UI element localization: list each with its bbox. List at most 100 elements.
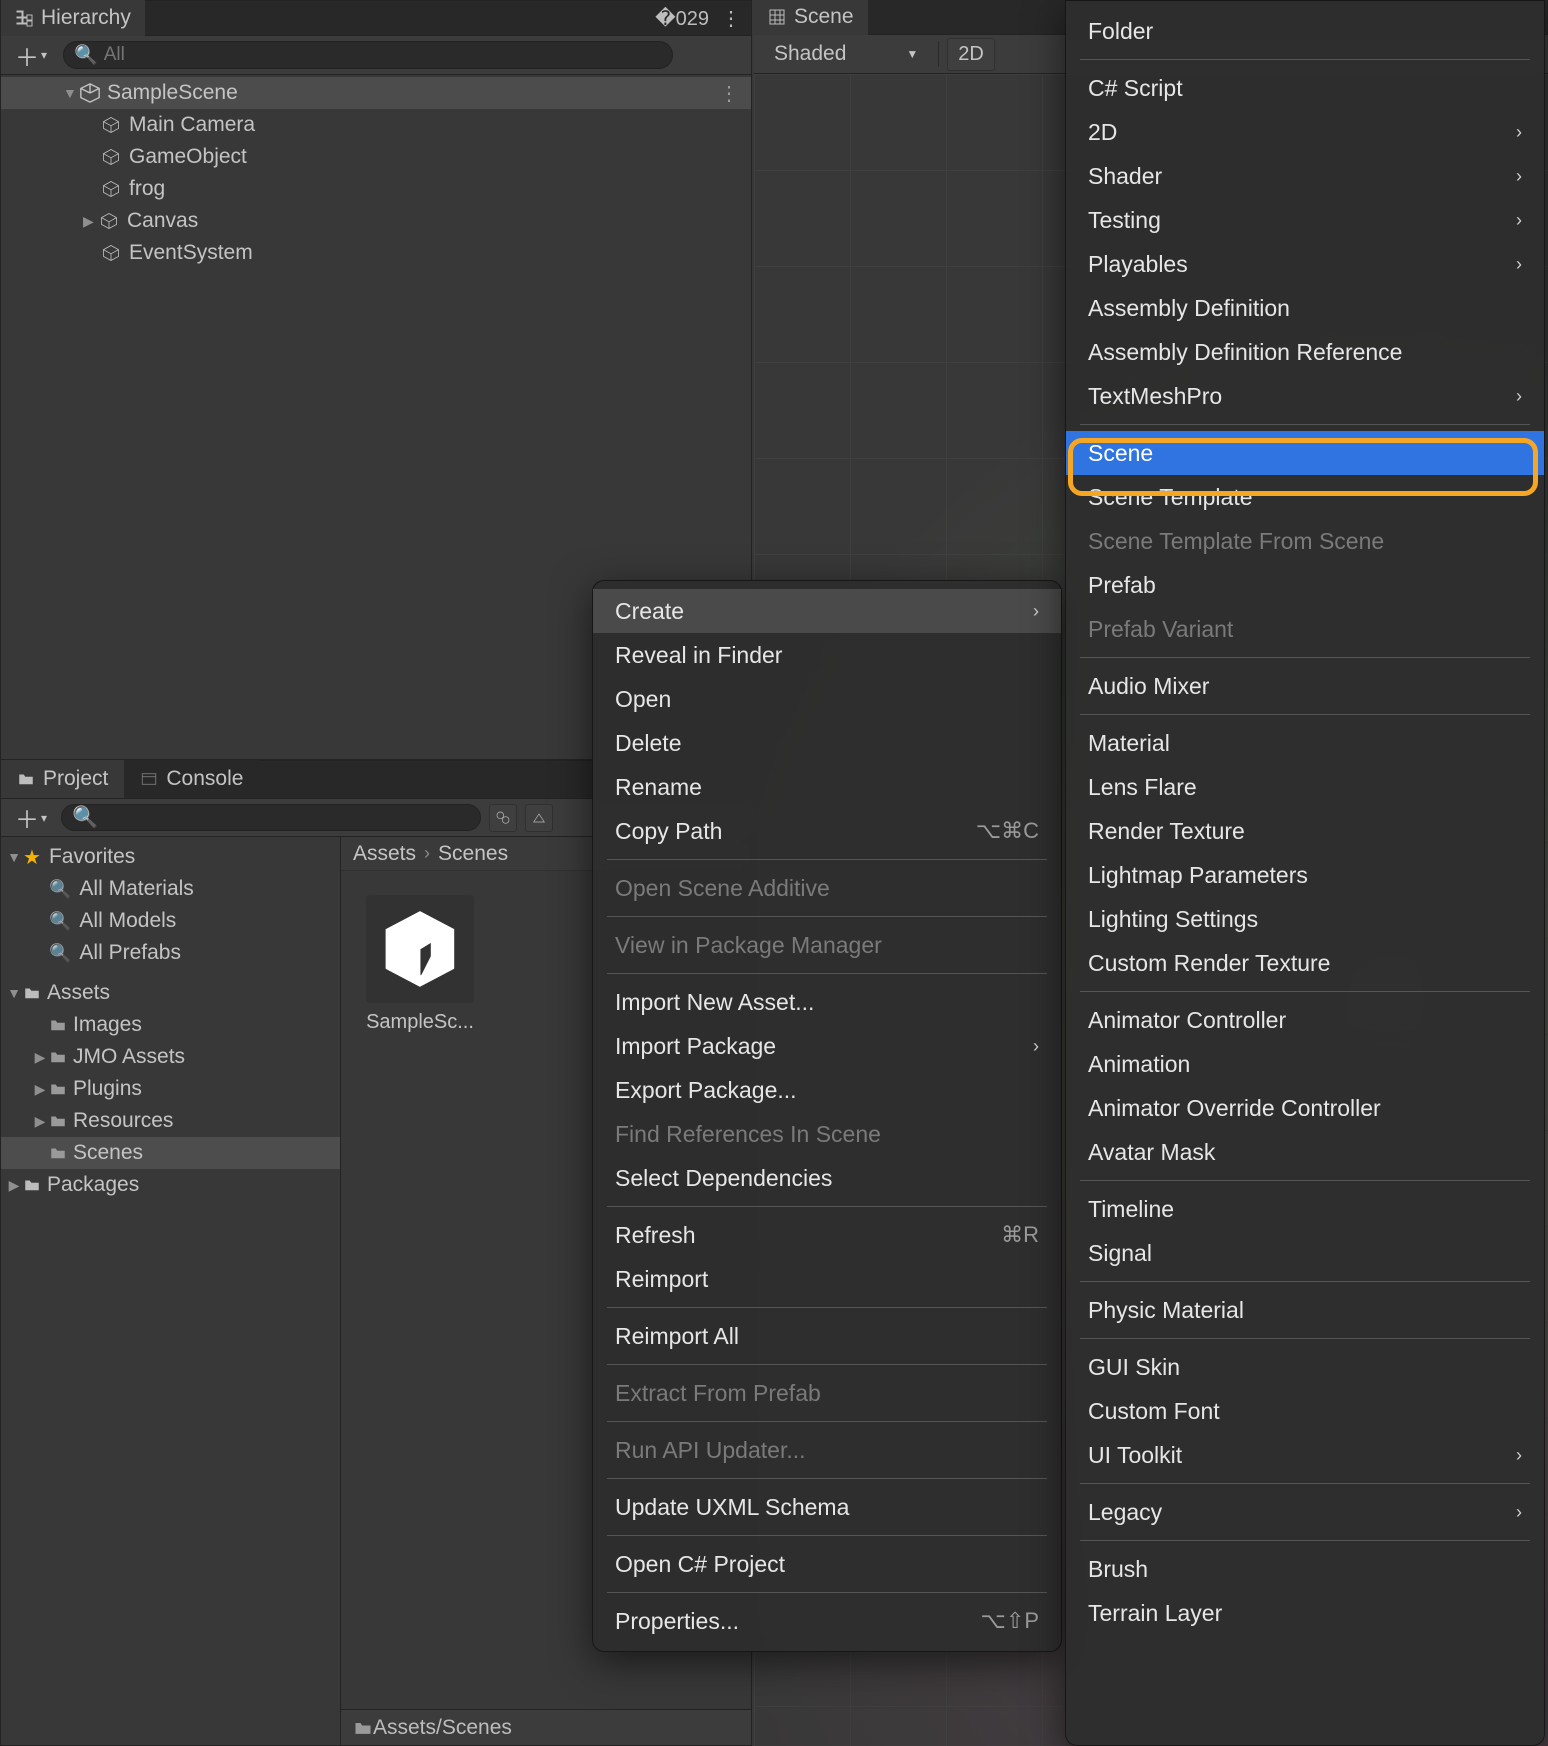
tab-project[interactable]: Project [1,760,124,798]
kebab-icon[interactable]: ⋮ [721,6,741,31]
tab-console[interactable]: Console [124,760,259,798]
ctx1-item-reimport[interactable]: Reimport [593,1257,1061,1301]
ctx2-item-shader[interactable]: Shader› [1066,154,1544,198]
ctx2-item-legacy[interactable]: Legacy› [1066,1490,1544,1534]
ctx1-item-refresh[interactable]: Refresh⌘R [593,1213,1061,1257]
hierarchy-item-label: Canvas [127,209,198,233]
ctx2-item-physic-material[interactable]: Physic Material [1066,1288,1544,1332]
ctx1-item-open-c-project[interactable]: Open C# Project [593,1542,1061,1586]
expand-arrow-icon[interactable]: ▶ [83,213,99,230]
ctx2-item-animator-controller[interactable]: Animator Controller [1066,998,1544,1042]
expand-arrow-icon[interactable]: ▶ [5,1177,23,1194]
ctx1-item-rename[interactable]: Rename [593,765,1061,809]
ctx2-item-material[interactable]: Material [1066,721,1544,765]
ctx2-item-lens-flare[interactable]: Lens Flare [1066,765,1544,809]
packages-header[interactable]: ▶ Packages [1,1169,340,1201]
asset-item[interactable]: SampleSc... [355,895,485,1034]
expand-arrow-icon[interactable]: ▶ [31,1049,49,1066]
ctx2-item-scene-template[interactable]: Scene Template [1066,475,1544,519]
ctx1-item-import-new-asset-[interactable]: Import New Asset... [593,980,1061,1024]
scene-tab[interactable]: Scene [754,0,868,35]
hierarchy-search-input[interactable] [104,44,662,66]
ctx2-item-scene[interactable]: Scene [1066,431,1544,475]
menu-item-label: Brush [1088,1556,1148,1583]
hierarchy-tab[interactable]: Hierarchy [1,0,145,36]
ctx1-item-open[interactable]: Open [593,677,1061,721]
assets-label: Assets [47,981,110,1005]
assets-header[interactable]: ▼ Assets [1,977,340,1009]
ctx2-item-assembly-definition[interactable]: Assembly Definition [1066,286,1544,330]
ctx2-item-custom-font[interactable]: Custom Font [1066,1389,1544,1433]
expand-arrow-icon[interactable]: ▶ [31,1113,49,1130]
favorite-item[interactable]: 🔍All Models [1,905,340,937]
ctx2-item-animator-override-controller[interactable]: Animator Override Controller [1066,1086,1544,1130]
scene-row[interactable]: ▼ SampleScene ⋮ [1,77,751,109]
ctx2-item-2d[interactable]: 2D› [1066,110,1544,154]
expand-arrow-icon[interactable]: ▼ [5,849,23,865]
ctx2-item-animation[interactable]: Animation [1066,1042,1544,1086]
ctx2-item-audio-mixer[interactable]: Audio Mixer [1066,664,1544,708]
menu-item-label: Extract From Prefab [615,1380,821,1407]
scene-kebab-icon[interactable]: ⋮ [719,81,751,106]
ctx2-item-custom-render-texture[interactable]: Custom Render Texture [1066,941,1544,985]
folder-item[interactable]: ▶Resources [1,1105,340,1137]
ctx1-item-export-package-[interactable]: Export Package... [593,1068,1061,1112]
hierarchy-item[interactable]: frog [1,173,751,205]
filter-by-label-icon[interactable] [525,804,553,832]
ctx1-item-copy-path[interactable]: Copy Path⌥⌘C [593,809,1061,853]
expand-arrow-icon[interactable]: ▶ [31,1081,49,1098]
toggle-2d-button[interactable]: 2D [947,38,995,71]
folder-item[interactable]: ▶JMO Assets [1,1041,340,1073]
hierarchy-search[interactable]: 🔍 [63,41,673,69]
ctx1-item-import-package[interactable]: Import Package› [593,1024,1061,1068]
ctx2-item-lighting-settings[interactable]: Lighting Settings [1066,897,1544,941]
ctx1-item-reveal-in-finder[interactable]: Reveal in Finder [593,633,1061,677]
hierarchy-item[interactable]: EventSystem [1,237,751,269]
folder-item[interactable]: ▶Plugins [1,1073,340,1105]
ctx2-item-testing[interactable]: Testing› [1066,198,1544,242]
expand-arrow-icon[interactable]: ▼ [63,85,79,101]
ctx2-item-gui-skin[interactable]: GUI Skin [1066,1345,1544,1389]
ctx1-item-properties-[interactable]: Properties...⌥⇧P [593,1599,1061,1643]
add-button[interactable]: ＋▾ [9,800,53,835]
ctx2-item-avatar-mask[interactable]: Avatar Mask [1066,1130,1544,1174]
ctx2-item-folder[interactable]: Folder [1066,9,1544,53]
add-button[interactable]: ＋▾ [9,38,53,73]
ctx2-item-terrain-layer[interactable]: Terrain Layer [1066,1591,1544,1635]
ctx2-item-prefab[interactable]: Prefab [1066,563,1544,607]
hierarchy-item[interactable]: Main Camera [1,109,751,141]
ctx2-item-ui-toolkit[interactable]: UI Toolkit› [1066,1433,1544,1477]
ctx2-item-playables[interactable]: Playables› [1066,242,1544,286]
ctx1-item-update-uxml-schema[interactable]: Update UXML Schema [593,1485,1061,1529]
shading-dropdown[interactable]: Shaded ▼ [762,38,930,70]
folder-item[interactable]: Images [1,1009,340,1041]
ctx1-item-create[interactable]: Create› [593,589,1061,633]
lock-icon[interactable]: �029 [655,6,709,31]
expand-arrow-icon[interactable]: ▼ [5,985,23,1001]
menu-item-label: Prefab Variant [1088,616,1233,643]
ctx1-item-reimport-all[interactable]: Reimport All [593,1314,1061,1358]
favorites-header[interactable]: ▼ ★ Favorites [1,841,340,873]
ctx1-item-delete[interactable]: Delete [593,721,1061,765]
ctx2-item-brush[interactable]: Brush [1066,1547,1544,1591]
folder-item-scenes[interactable]: Scenes [1,1137,340,1169]
menu-item-label: Physic Material [1088,1297,1244,1324]
ctx2-item-signal[interactable]: Signal [1066,1231,1544,1275]
hierarchy-item[interactable]: GameObject [1,141,751,173]
ctx2-item-assembly-definition-reference[interactable]: Assembly Definition Reference [1066,330,1544,374]
favorite-item[interactable]: 🔍All Prefabs [1,937,340,969]
favorite-item[interactable]: 🔍All Materials [1,873,340,905]
menu-item-label: Update UXML Schema [615,1494,849,1521]
breadcrumb-item[interactable]: Assets [353,842,416,866]
ctx2-item-timeline[interactable]: Timeline [1066,1187,1544,1231]
project-search-input[interactable] [98,810,470,825]
project-search[interactable]: 🔍 [61,804,481,831]
hierarchy-item[interactable]: ▶ Canvas [1,205,751,237]
ctx2-item-lightmap-parameters[interactable]: Lightmap Parameters [1066,853,1544,897]
ctx2-item-render-texture[interactable]: Render Texture [1066,809,1544,853]
filter-by-type-icon[interactable] [489,804,517,832]
ctx2-item-textmeshpro[interactable]: TextMeshPro› [1066,374,1544,418]
breadcrumb-item[interactable]: Scenes [438,842,508,866]
ctx1-item-select-dependencies[interactable]: Select Dependencies [593,1156,1061,1200]
ctx2-item-c-script[interactable]: C# Script [1066,66,1544,110]
